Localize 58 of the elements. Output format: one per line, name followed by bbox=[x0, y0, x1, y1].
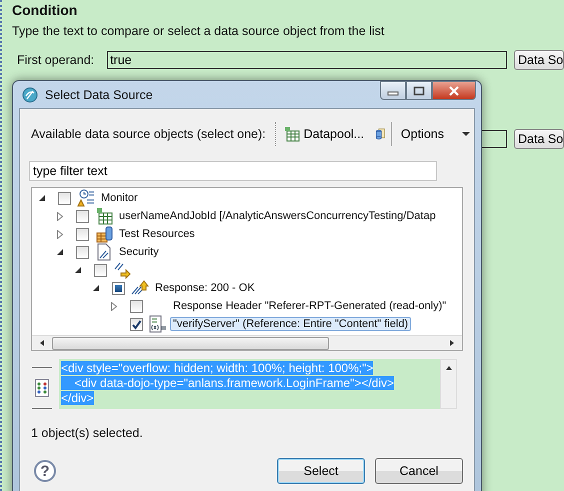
expanded-arrow-icon[interactable] bbox=[92, 284, 100, 292]
dialog-button[interactable]: Select bbox=[277, 458, 365, 484]
response-icon bbox=[131, 279, 149, 297]
maximize-button[interactable] bbox=[406, 81, 432, 100]
collapsed-arrow-icon[interactable] bbox=[56, 212, 64, 220]
caret-icon bbox=[461, 131, 471, 137]
tree-item[interactable]: Security bbox=[116, 245, 162, 259]
right-arrow-icon bbox=[448, 339, 456, 347]
vertical-scrollbar[interactable] bbox=[440, 359, 457, 409]
tree-checkbox[interactable] bbox=[58, 192, 71, 204]
filter-field[interactable]: type filter text bbox=[29, 161, 437, 181]
scrollbar-thumb[interactable] bbox=[52, 336, 329, 350]
close-icon bbox=[448, 86, 460, 96]
expanded-arrow-icon[interactable] bbox=[56, 248, 64, 256]
close-button[interactable] bbox=[432, 81, 476, 100]
section-title: Condition bbox=[12, 2, 78, 18]
expanded-arrow-icon[interactable] bbox=[74, 266, 82, 274]
maximize-icon bbox=[413, 86, 425, 96]
operand-label: First operand: bbox=[17, 53, 94, 67]
up-arrow-icon bbox=[444, 364, 452, 372]
data-source-button[interactable]: Data So bbox=[514, 50, 564, 70]
resources-icon bbox=[95, 225, 113, 243]
tree-item[interactable]: userNameAndJobId [/AnalyticAnswersConcurrencyTesting/Datap bbox=[116, 209, 439, 223]
grid-icon bbox=[35, 379, 49, 397]
datapool-button[interactable]: Datapool... bbox=[280, 126, 368, 142]
options-dropdown[interactable]: Options bbox=[398, 127, 474, 141]
tree-item[interactable]: Response: 200 - OK bbox=[152, 281, 258, 295]
horizontal-scrollbar[interactable] bbox=[32, 335, 462, 350]
table-icon bbox=[95, 207, 113, 225]
minimize-button[interactable] bbox=[380, 81, 406, 100]
tree-checkbox[interactable] bbox=[76, 210, 89, 222]
tree-checkbox[interactable] bbox=[130, 318, 143, 330]
tree-item[interactable]: Monitor bbox=[98, 191, 141, 205]
instruction-text: Type the text to compare or select a data source object from the list bbox=[12, 24, 386, 38]
collapsed-arrow-icon[interactable] bbox=[56, 230, 64, 238]
variable-icon bbox=[149, 315, 167, 333]
globe-icon bbox=[22, 86, 38, 102]
operand-field[interactable]: true bbox=[107, 51, 507, 69]
tree-checkbox[interactable] bbox=[130, 300, 143, 312]
collapsed-arrow-icon[interactable] bbox=[110, 302, 118, 310]
data-source-button[interactable]: Data So bbox=[514, 129, 564, 149]
tree-item[interactable]: "verifyServer" (Reference: Entire "Content" field) bbox=[170, 317, 412, 331]
left-arrow-icon bbox=[38, 339, 46, 347]
page-arrow-icon bbox=[113, 261, 131, 279]
table-icon bbox=[284, 126, 300, 142]
tree-checkbox[interactable] bbox=[94, 264, 107, 276]
tree-checkbox[interactable] bbox=[76, 246, 89, 258]
help-button[interactable]: ? bbox=[34, 460, 56, 482]
status-text: 1 object(s) selected. bbox=[30, 426, 144, 440]
tree-checkbox[interactable] bbox=[76, 228, 89, 240]
document-icon bbox=[95, 243, 113, 261]
tree-checkbox[interactable] bbox=[112, 282, 125, 294]
dialog-button[interactable]: Cancel bbox=[375, 458, 463, 484]
dialog-title: Select Data Source bbox=[45, 88, 153, 102]
tree-item[interactable]: Response Header "Referer-RPT-Generated (read-only)" bbox=[170, 299, 450, 313]
tree-item[interactable]: Test Resources bbox=[116, 227, 198, 241]
expanded-arrow-icon[interactable] bbox=[38, 194, 46, 202]
available-objects-label: Available data source objects (select one): bbox=[31, 127, 266, 141]
